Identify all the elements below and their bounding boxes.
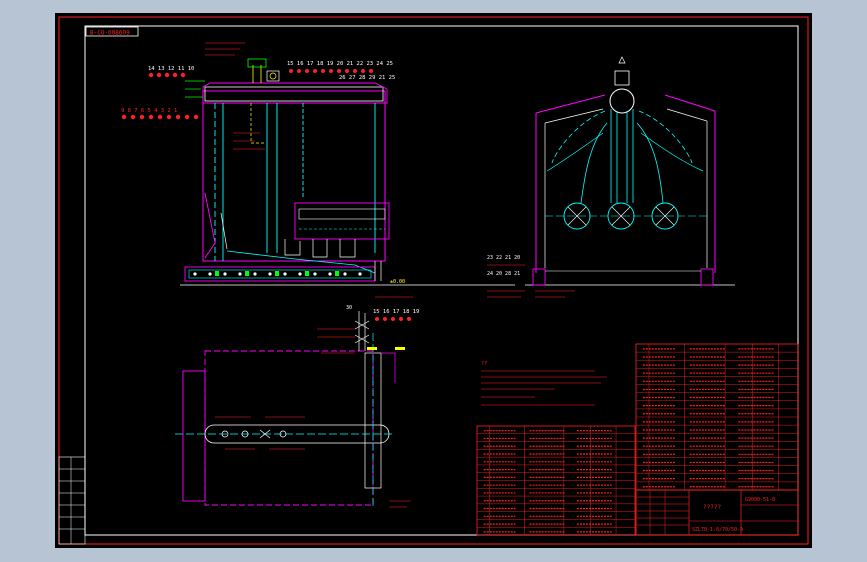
front-section-view: 23 22 21 20 24 20 28 21 xyxy=(487,56,735,298)
elevation-callout-bubbles-top xyxy=(148,72,186,78)
elevation-label-left-row: 9 8 7 6 5 4 3 2 1 xyxy=(121,108,177,114)
elevation-label-top-right-row: 15 16 17 18 19 20 21 22 23 24 25 xyxy=(287,61,393,67)
technical-notes: ?? xyxy=(481,361,607,406)
title-tag: B-CO-008609 xyxy=(85,26,139,37)
title-block-title: ????? xyxy=(703,504,721,511)
title-block-model-line: SZL70-1.6/70/50-A xyxy=(692,527,743,533)
revision-strip xyxy=(58,456,86,545)
plan-view: 30 15 16 17 18 19 xyxy=(175,296,419,508)
title-block-drawing-number: G9000-51-0 xyxy=(745,497,775,503)
ground-mark: ±0.00 xyxy=(390,279,405,285)
boiler-assembly-drawing: B-CO-008609 9 8 7 6 5 4 3 2 1 14 13 12 1… xyxy=(58,16,809,545)
outer-frame xyxy=(58,16,809,545)
title-tag-text: B-CO-008609 xyxy=(90,30,130,37)
drawing-canvas[interactable]: B-CO-008609 9 8 7 6 5 4 3 2 1 14 13 12 1… xyxy=(55,13,812,548)
plan-left-mark: 30 xyxy=(346,305,352,311)
plan-label-top-row: 15 16 17 18 19 xyxy=(373,309,419,315)
elevation-callout-bubbles-left xyxy=(121,114,199,120)
parts-list-table xyxy=(476,425,636,536)
cad-viewport[interactable]: B-CO-008609 9 8 7 6 5 4 3 2 1 14 13 12 1… xyxy=(0,0,867,562)
side-elevation-view: 9 8 7 6 5 4 3 2 1 14 13 12 11 10 15 16 1… xyxy=(121,42,515,286)
inner-border xyxy=(84,25,799,536)
parts-list-table-right xyxy=(635,343,799,491)
elevation-label-top-cluster: 14 13 12 11 10 xyxy=(148,66,194,72)
front-callout-2: 24 20 28 21 xyxy=(487,271,520,277)
notes-heading: ?? xyxy=(481,361,487,367)
elevation-label-second-right-row: 26 27 28 29 21 25 xyxy=(339,75,395,81)
front-callout-1: 23 22 21 20 xyxy=(487,255,520,261)
title-block: ????? G9000-51-0 SZL70-1.6/70/50-A xyxy=(635,489,799,536)
